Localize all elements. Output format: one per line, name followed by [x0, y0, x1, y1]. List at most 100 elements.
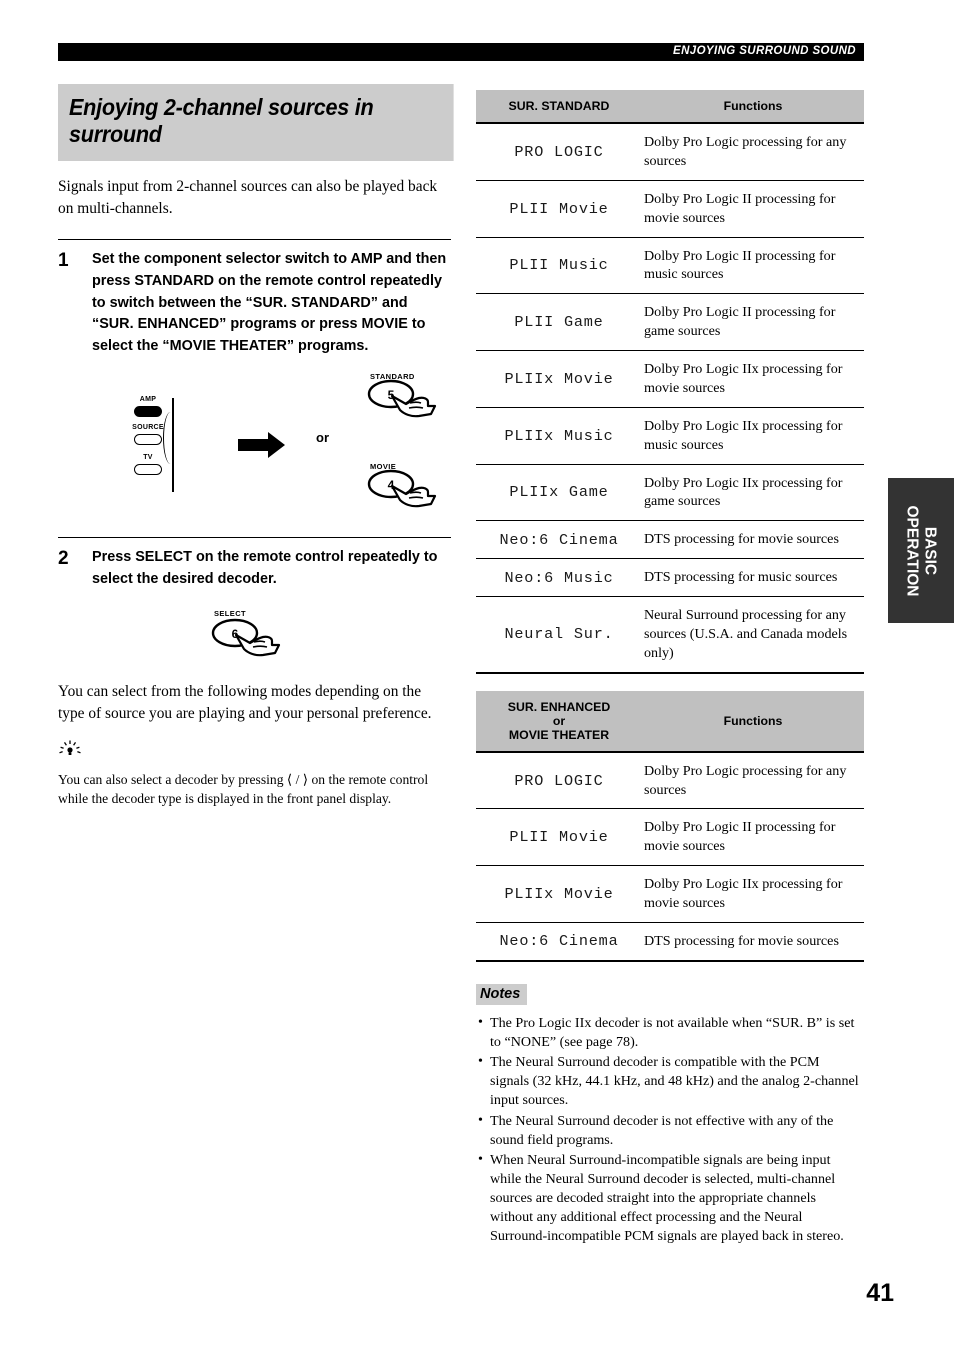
modes-intro-paragraph: You can select from the following modes …	[58, 682, 432, 722]
mode-name: Neural Sur.	[476, 596, 642, 674]
list-item: • When Neural Surround-incompatible signa…	[476, 1151, 860, 1247]
list-item: • The Pro Logic IIx decoder is not availa…	[476, 1014, 860, 1052]
mode-name: PLIIx Movie	[476, 350, 642, 408]
mode-function: Dolby Pro Logic II processing for music …	[642, 237, 864, 295]
note-text: When Neural Surround-incompatible signal…	[490, 1151, 844, 1245]
table-row: PLIIx Movie Dolby Pro Logic IIx processi…	[476, 865, 864, 923]
mode-name: PRO LOGIC	[476, 751, 642, 810]
selector-label-tv: TV	[143, 454, 153, 462]
step-1-number: 1	[58, 249, 69, 271]
tip-text: You can also select a decoder by pressin…	[58, 771, 429, 807]
column-header-functions: Functions	[642, 690, 864, 753]
table-row: PLII Movie Dolby Pro Logic II processing…	[476, 808, 864, 867]
table-row: Neural Sur. Neural Surround processing f…	[476, 596, 864, 674]
button-label-movie: MOVIE	[370, 462, 397, 472]
table-row: Neo:6 Cinema DTS processing for movie so…	[476, 922, 864, 962]
table-row: PLIIx Game Dolby Pro Logic IIx processin…	[476, 464, 864, 522]
mode-function: DTS processing for movie sources	[642, 922, 864, 962]
side-tab-text: BASIC OPERATION	[903, 505, 939, 596]
mode-function: Dolby Pro Logic II processing for movie …	[642, 180, 864, 238]
step-2-number: 2	[58, 548, 69, 570]
mode-name: PRO LOGIC	[476, 123, 642, 181]
figure-selector-and-buttons: AMP SOURCE TV STANDARD 5 or MOVIE 4	[58, 368, 451, 518]
selector-label-source: SOURCE	[132, 424, 164, 432]
list-item: • The Neural Surround decoder is not effe…	[476, 1112, 860, 1150]
mode-function: Dolby Pro Logic IIx processing for movie…	[642, 350, 864, 408]
tip-block: You can also select a decoder by pressin…	[58, 740, 436, 808]
mode-function: DTS processing for music sources	[642, 558, 864, 597]
component-selector-switch: AMP SOURCE TV	[130, 396, 210, 494]
light-bulb-tip-icon	[59, 740, 81, 756]
mode-function: Dolby Pro Logic IIx processing for game …	[642, 464, 864, 522]
tip-icon-row	[58, 740, 436, 756]
selector-pill-tv	[134, 464, 162, 476]
table-spacer	[476, 674, 864, 691]
table-row: PRO LOGIC Dolby Pro Logic processing for…	[476, 123, 864, 181]
button-illustration-standard: STANDARD 5	[366, 372, 444, 428]
column-header-line-1: SUR. ENHANCED	[507, 699, 611, 714]
side-tab-line-1: BASIC	[921, 526, 939, 575]
right-arrow-icon	[238, 432, 285, 459]
notes-heading: Notes	[476, 983, 528, 1005]
selector-label-amp: AMP	[139, 396, 157, 404]
table-row: PLII Game Dolby Pro Logic II processing …	[476, 293, 864, 351]
mode-name: Neo:6 Music	[476, 558, 642, 597]
button-illustration-select: SELECT 6	[210, 609, 288, 665]
table-row: PLIIx Music Dolby Pro Logic IIx processi…	[476, 407, 864, 465]
mode-function: DTS processing for movie sources	[642, 520, 864, 560]
bullet-icon: •	[478, 1111, 483, 1128]
selector-body-edge	[172, 398, 174, 493]
selector-body-curve	[163, 412, 178, 465]
table-row: PLIIx Movie Dolby Pro Logic IIx processi…	[476, 350, 864, 408]
or-separator-label: or	[316, 430, 329, 446]
mode-name: PLIIx Music	[476, 407, 642, 465]
table-sur-enhanced: SUR. ENHANCED or MOVIE THEATER Functions…	[476, 690, 864, 962]
mode-name: PLIIx Movie	[476, 865, 642, 923]
step-1-text: Set the component selector switch to AMP…	[92, 250, 447, 355]
mode-name: PLII Movie	[476, 808, 642, 867]
bullet-icon: •	[478, 1013, 483, 1030]
table-header-row: SUR. STANDARD Functions	[476, 90, 864, 124]
table-row: PRO LOGIC Dolby Pro Logic processing for…	[476, 751, 864, 810]
table-sur-standard: SUR. STANDARD Functions PRO LOGIC Dolby …	[476, 90, 864, 674]
column-header-line-2: or	[552, 713, 566, 728]
step-2-text: Press SELECT on the remote control repea…	[92, 549, 438, 588]
mode-function: Dolby Pro Logic processing for any sourc…	[642, 751, 864, 810]
mode-name: Neo:6 Cinema	[476, 922, 642, 962]
figure-select-button: SELECT 6	[58, 599, 451, 677]
running-header-bar: ENJOYING SURROUND SOUND	[58, 43, 864, 61]
bullet-icon: •	[478, 1150, 483, 1167]
mode-name: Neo:6 Cinema	[476, 520, 642, 560]
mode-function: Dolby Pro Logic II processing for movie …	[642, 808, 864, 867]
column-header-functions: Functions	[642, 90, 864, 124]
bullet-icon: •	[478, 1053, 483, 1070]
note-text: The Neural Surround decoder is compatibl…	[490, 1054, 859, 1109]
table-row: Neo:6 Cinema DTS processing for movie so…	[476, 520, 864, 560]
mode-name: PLIIx Game	[476, 464, 642, 522]
intro-paragraph: Signals input from 2-channel sources can…	[58, 177, 438, 217]
mode-name: PLII Music	[476, 237, 642, 295]
selector-pill-source	[134, 434, 162, 446]
button-label-standard: STANDARD	[370, 372, 415, 382]
mode-function: Neural Surround processing for any sourc…	[642, 596, 864, 674]
notes-list: • The Pro Logic IIx decoder is not availa…	[476, 1014, 860, 1247]
running-header-text: ENJOYING SURROUND SOUND	[673, 45, 856, 57]
column-header-sur-standard: SUR. STANDARD	[476, 90, 642, 124]
note-text: The Pro Logic IIx decoder is not availab…	[490, 1014, 855, 1050]
mode-name: PLII Game	[476, 293, 642, 351]
table-row: PLII Movie Dolby Pro Logic II processing…	[476, 180, 864, 238]
page-title: Enjoying 2-channel sources in surround	[58, 84, 454, 161]
mode-name: PLII Movie	[476, 180, 642, 238]
note-text: The Neural Surround decoder is not effec…	[490, 1112, 834, 1148]
button-illustration-movie: MOVIE 4	[366, 462, 444, 518]
right-column: SUR. STANDARD Functions PRO LOGIC Dolby …	[476, 90, 864, 1248]
selector-pill-amp	[134, 406, 162, 418]
step-1: 1 Set the component selector switch to A…	[58, 238, 451, 358]
left-column: Enjoying 2-channel sources in surround S…	[58, 84, 454, 822]
step-2: 2 Press SELECT on the remote control rep…	[58, 537, 451, 591]
mode-function: Dolby Pro Logic IIx processing for music…	[642, 407, 864, 465]
table-header-row: SUR. ENHANCED or MOVIE THEATER Functions	[476, 690, 864, 753]
side-tab-line-2: OPERATION	[904, 505, 921, 596]
mode-function: Dolby Pro Logic IIx processing for movie…	[642, 865, 864, 923]
column-header-sur-enhanced: SUR. ENHANCED or MOVIE THEATER	[476, 690, 642, 753]
